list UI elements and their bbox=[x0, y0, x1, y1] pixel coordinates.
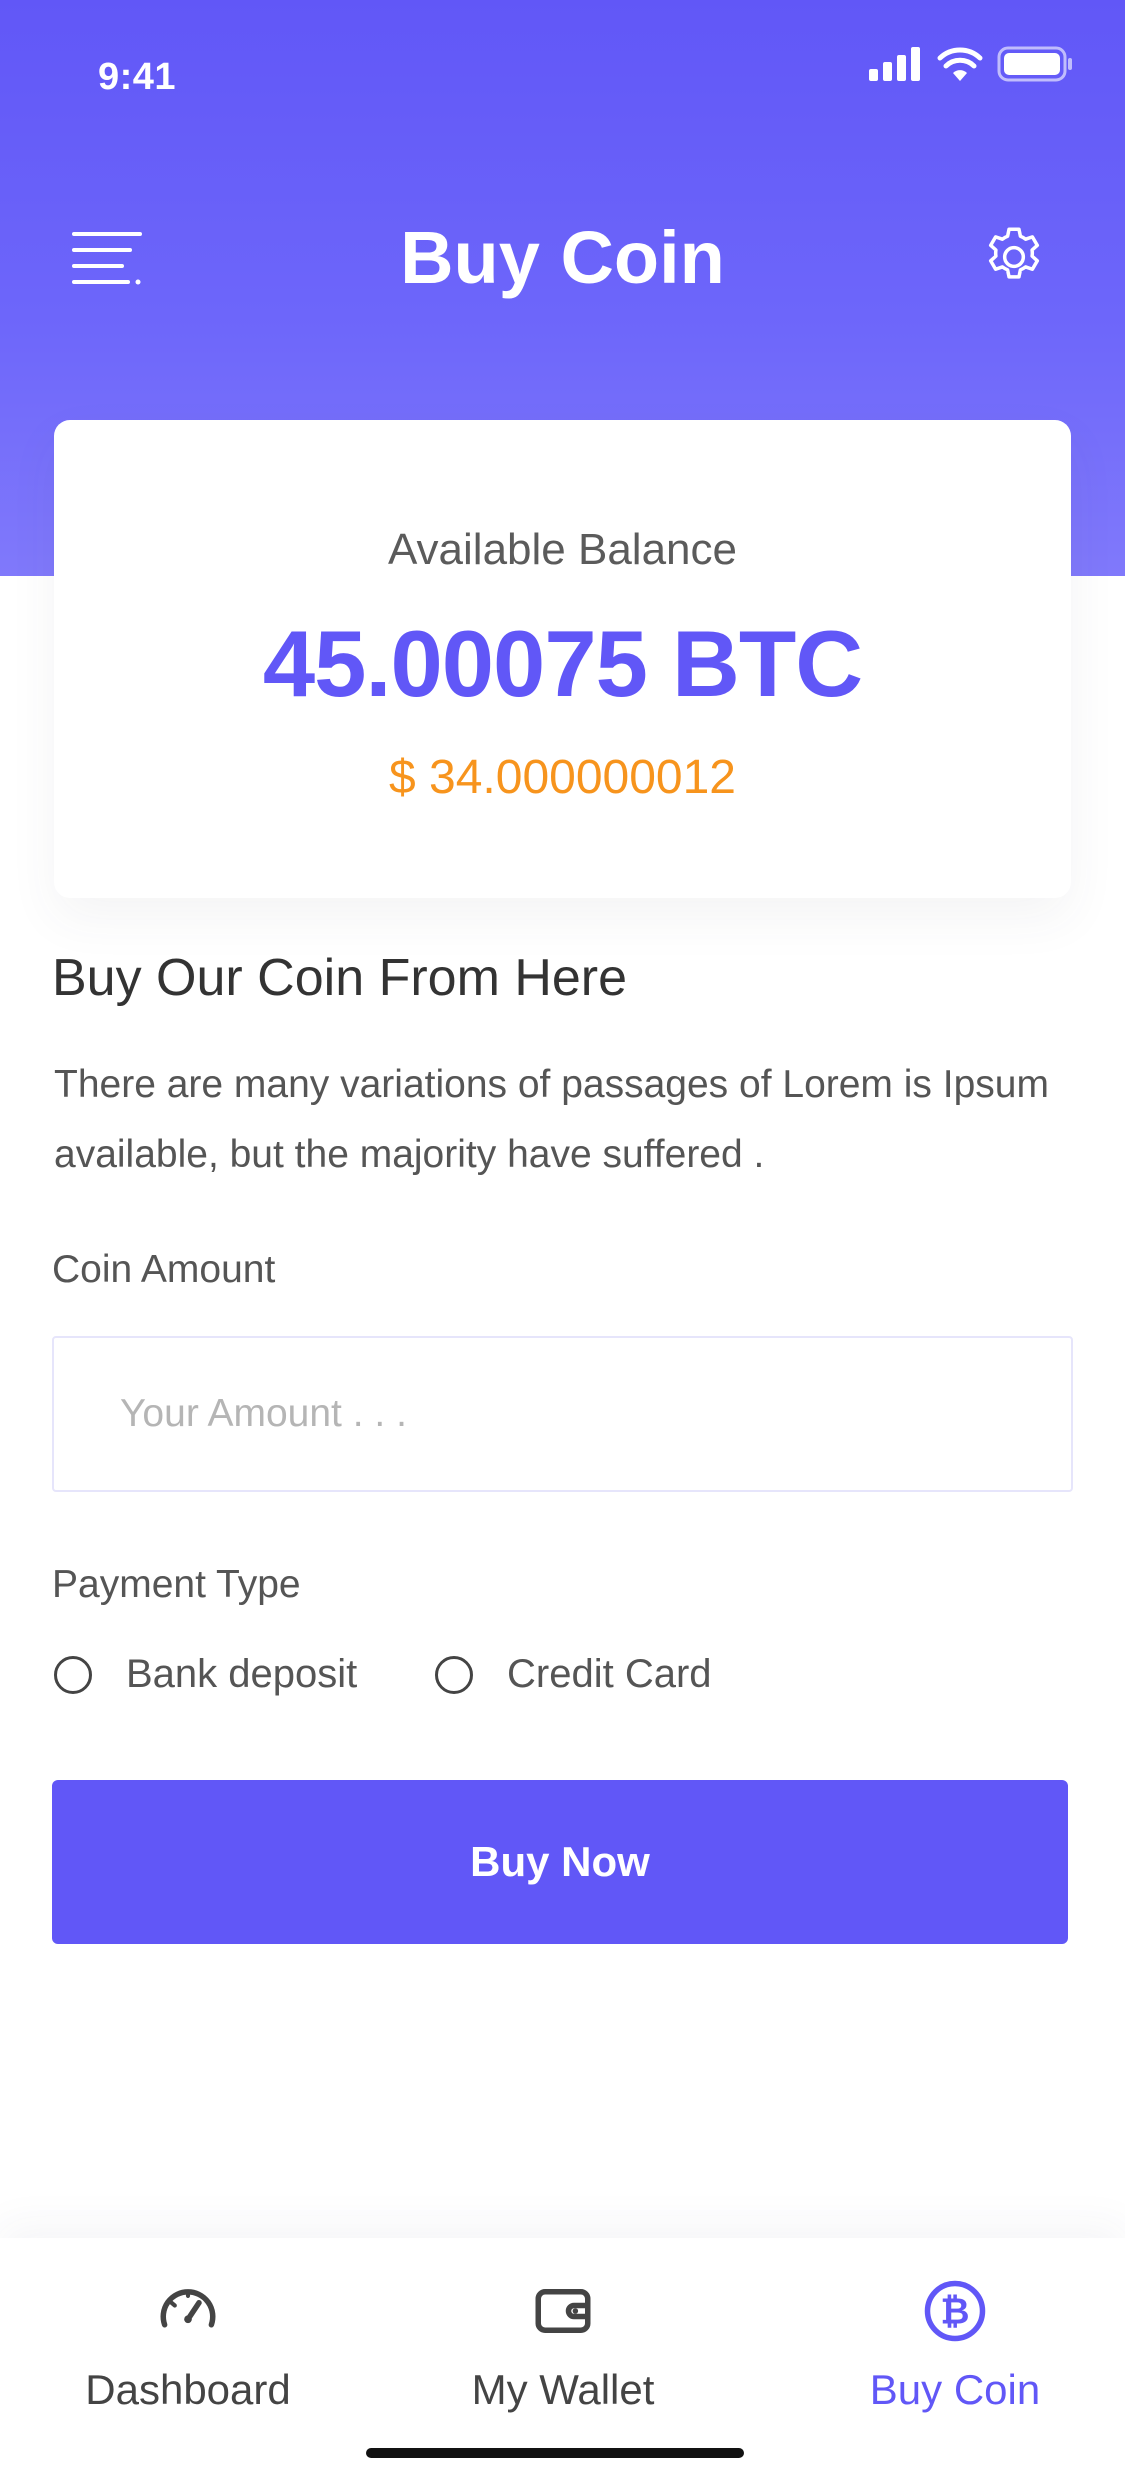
wifi-icon bbox=[937, 47, 983, 81]
balance-usd-value: $ 34.000000012 bbox=[388, 751, 736, 804]
payment-option-bank-deposit[interactable]: Bank deposit bbox=[54, 1652, 357, 1697]
radio-button[interactable] bbox=[54, 1655, 92, 1694]
buy-now-button[interactable]: Buy Now bbox=[52, 1780, 1068, 1944]
balance-label: Available Balance bbox=[388, 525, 737, 574]
home-indicator bbox=[366, 2448, 744, 2458]
balance-card: Available Balance 45.00075 BTC $ 34.0000… bbox=[54, 420, 1071, 898]
coin-amount-input[interactable] bbox=[52, 1336, 1073, 1492]
coin-amount-label: Coin Amount bbox=[52, 1248, 276, 1291]
buy-coin-screen: 9:41 Buy Coin Available Balance 45.00075… bbox=[0, 0, 1125, 2487]
payment-type-label: Payment Type bbox=[52, 1563, 301, 1606]
svg-text:₿: ₿ bbox=[940, 2291, 969, 2332]
nav-item-my-wallet[interactable]: My Wallet bbox=[413, 2278, 713, 2414]
section-description: There are many variations of passages of… bbox=[54, 1063, 1049, 1176]
wallet-icon bbox=[535, 2289, 591, 2333]
signal-icon bbox=[869, 47, 920, 81]
settings-button[interactable] bbox=[979, 222, 1049, 292]
payment-option-label: Bank deposit bbox=[126, 1652, 358, 1696]
nav-label: Buy Coin bbox=[869, 2366, 1041, 2413]
gear-icon bbox=[988, 227, 1040, 279]
payment-option-label: Credit Card bbox=[507, 1652, 712, 1696]
section-title: Buy Our Coin From Here bbox=[52, 949, 628, 1007]
bitcoin-icon: ₿ bbox=[924, 2280, 986, 2342]
nav-label: Dashboard bbox=[85, 2366, 291, 2413]
nav-item-buy-coin[interactable]: ₿ Buy Coin bbox=[805, 2278, 1105, 2414]
nav-label: My Wallet bbox=[471, 2366, 655, 2413]
status-icons bbox=[869, 46, 1073, 82]
speedometer-icon bbox=[160, 2289, 216, 2328]
status-time: 9:41 bbox=[98, 56, 177, 98]
payment-option-credit-card[interactable]: Credit Card bbox=[435, 1652, 712, 1697]
balance-btc-value: 45.00075 BTC bbox=[262, 611, 863, 716]
battery-icon bbox=[997, 46, 1072, 82]
nav-item-dashboard[interactable]: Dashboard bbox=[38, 2278, 338, 2414]
radio-button[interactable] bbox=[435, 1655, 473, 1694]
page-title: Buy Coin bbox=[400, 216, 725, 299]
